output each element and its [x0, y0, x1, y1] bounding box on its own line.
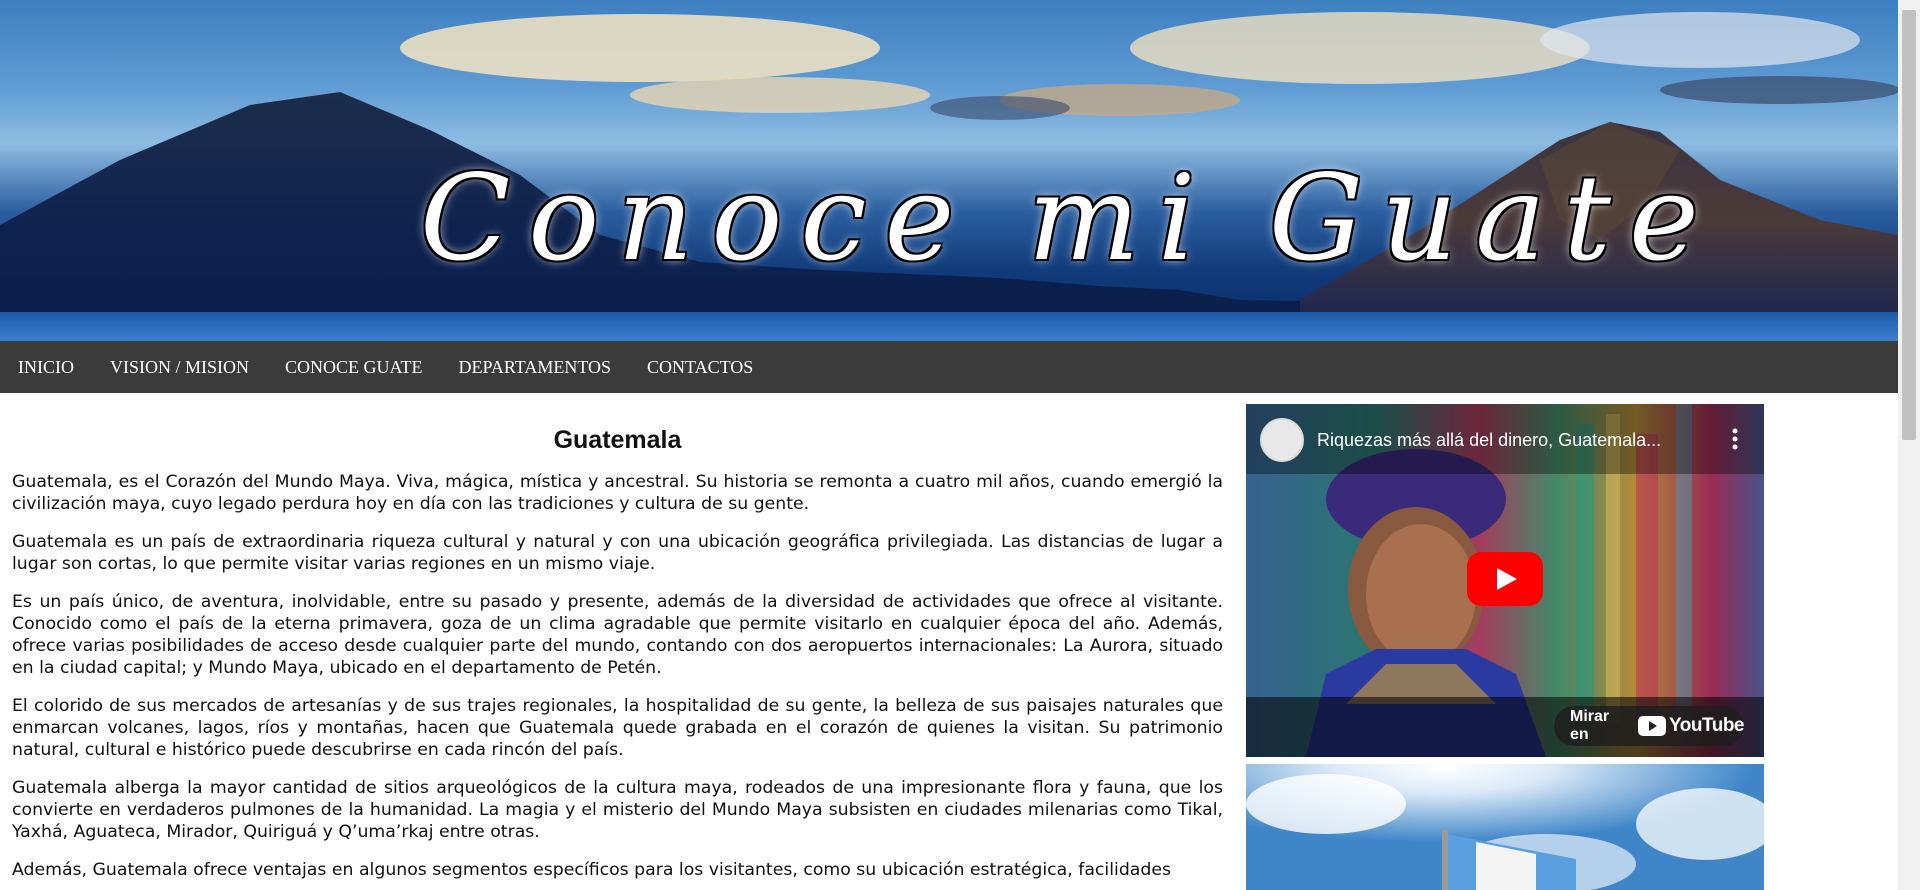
header-banner: Conoce mi Guate: [0, 0, 1898, 341]
nav-item-vision-mision[interactable]: VISION / MISION: [110, 357, 249, 378]
nav-item-inicio[interactable]: INICIO: [18, 357, 74, 378]
article-paragraph: Guatemala, es el Corazón del Mundo Maya.…: [12, 472, 1223, 514]
article-paragraph: Es un país único, de aventura, inolvidab…: [12, 592, 1223, 678]
youtube-logo-icon: [1638, 716, 1667, 736]
article-paragraph: Además, Guatemala ofrece ventajas en alg…: [12, 860, 1171, 880]
more-vert-icon[interactable]: [1720, 424, 1750, 454]
video-title[interactable]: Riquezas más allá del dinero, Guatemala.…: [1317, 430, 1717, 451]
main-navigation: INICIO VISION / MISION CONOCE GUATE DEPA…: [0, 341, 1898, 393]
article-content: Guatemala Guatemala, es el Corazón del M…: [12, 408, 1223, 890]
scrollbar-thumb[interactable]: [1902, 10, 1916, 440]
nav-item-departamentos[interactable]: DEPARTAMENTOS: [459, 357, 612, 378]
article-title: Guatemala: [553, 426, 682, 454]
youtube-logo: YouTube: [1638, 715, 1744, 737]
watch-on-youtube-button[interactable]: Mirar en YouTube: [1554, 706, 1744, 746]
banner-title: Conoce mi Guate: [420, 149, 1717, 287]
nav-item-conoce-guate[interactable]: CONOCE GUATE: [285, 357, 423, 378]
channel-avatar-icon[interactable]: [1260, 418, 1304, 462]
watch-on-label: Mirar en: [1570, 708, 1610, 743]
youtube-brand-text: YouTube: [1669, 715, 1744, 736]
page-scrollbar[interactable]: [1898, 0, 1920, 890]
article-paragraph: Guatemala es un país de extraordinaria r…: [12, 532, 1223, 574]
article-paragraph: Guatemala alberga la mayor cantidad de s…: [12, 778, 1223, 842]
guatemala-flag-image: [1246, 764, 1764, 890]
play-icon[interactable]: [1467, 552, 1543, 606]
nav-item-contactos[interactable]: CONTACTOS: [647, 357, 753, 378]
flag-sky-photo: [1246, 764, 1764, 890]
article-paragraph: El colorido de sus mercados de artesanía…: [12, 696, 1223, 760]
youtube-video-embed[interactable]: Riquezas más allá del dinero, Guatemala.…: [1246, 404, 1764, 757]
